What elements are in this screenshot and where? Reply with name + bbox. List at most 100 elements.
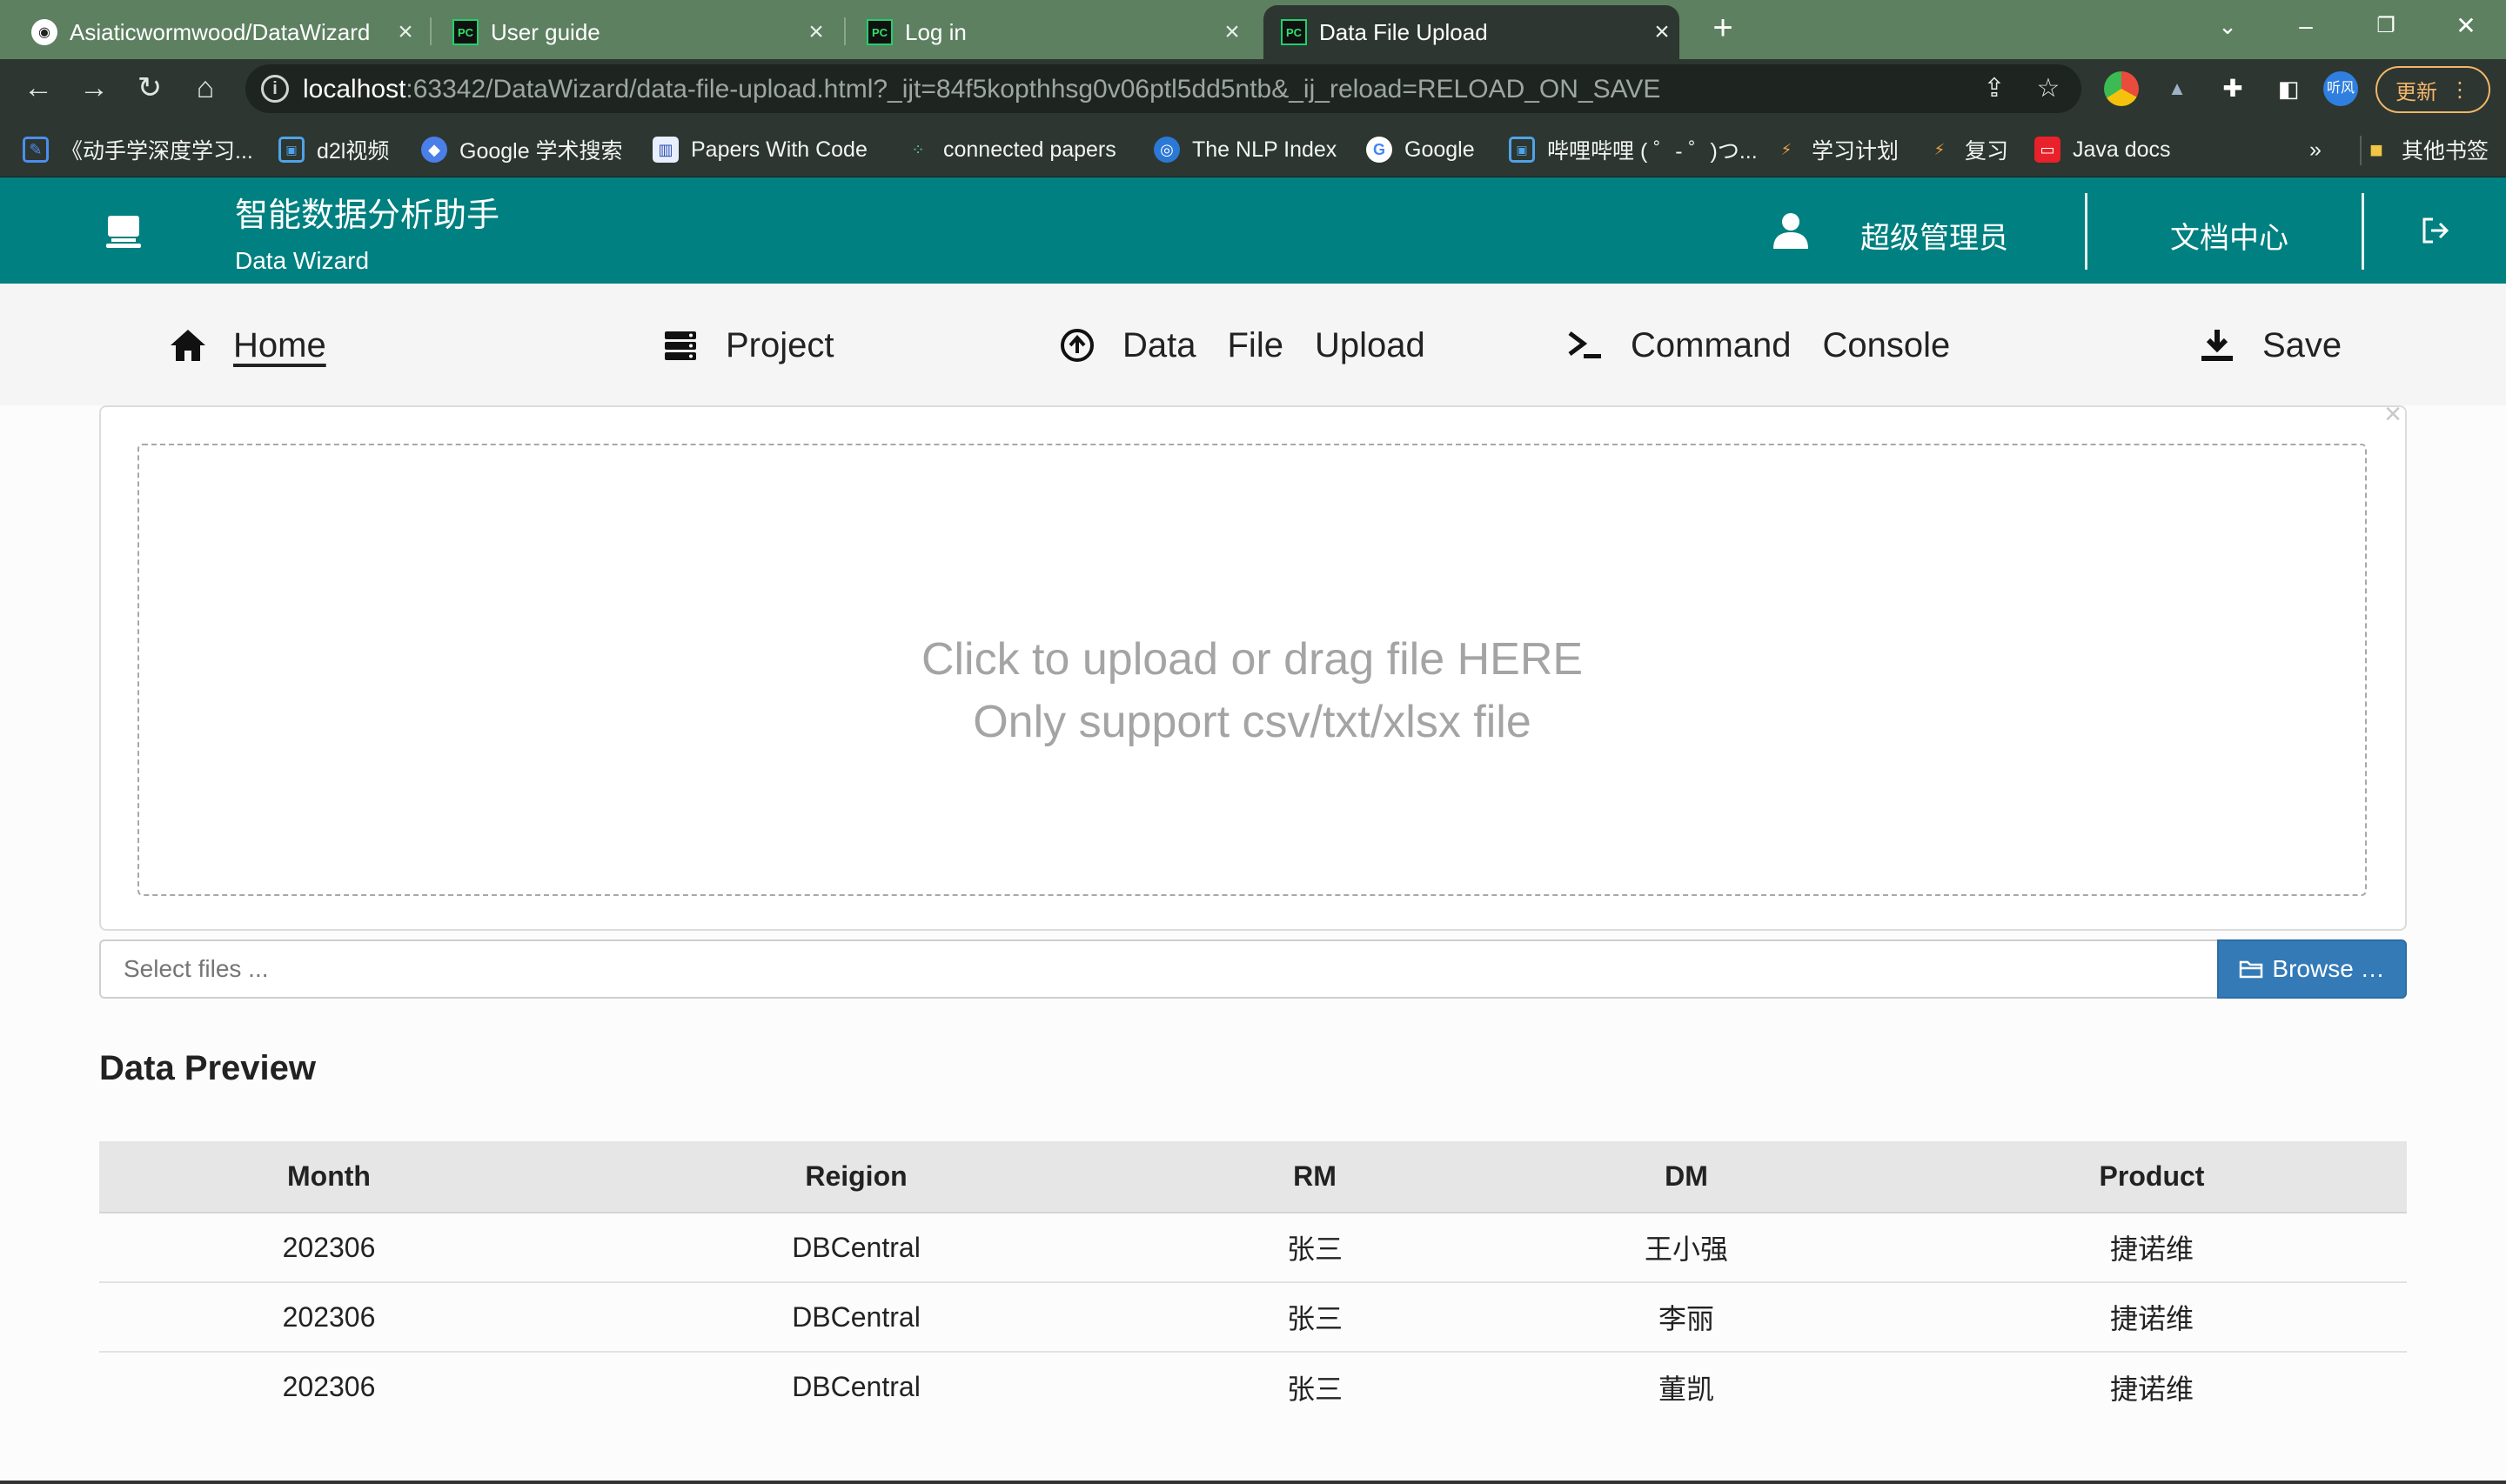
bookmark-review[interactable]: ⚡ 复习	[1926, 132, 2008, 167]
logout-icon[interactable]	[2421, 216, 2452, 245]
table-cell: 张三	[1154, 1282, 1476, 1353]
table-row: 202306 DBCentral 张三 王小强 捷诺维	[99, 1213, 2407, 1283]
bookmark-java-docs[interactable]: ▭ Java docs	[2034, 132, 2171, 167]
data-preview-table: Month Reigion RM DM Product 202306 DBCen…	[99, 1141, 2407, 1421]
column-header: RM	[1154, 1141, 1476, 1213]
drop-zone-formats: Only support csv/txt/xlsx file	[973, 697, 1531, 747]
pycharm-icon: PC	[452, 19, 479, 45]
bookmark-bilibili[interactable]: ▣ 哔哩哔哩 ( ゜- ゜)つ...	[1509, 132, 1758, 167]
side-panel-icon[interactable]: ◧	[2271, 71, 2306, 106]
file-select-input[interactable]	[99, 939, 2219, 999]
address-bar: ← → ↻ ⌂ i localhost:63342/DataWizard/dat…	[0, 59, 2506, 120]
bookmark-divider	[2360, 136, 2362, 165]
tab-log-in[interactable]: PC Log in ×	[849, 5, 1250, 59]
tab-user-guide[interactable]: PC User guide ×	[435, 5, 834, 59]
bookmark-study-plan[interactable]: ⚡ 学习计划	[1773, 132, 1899, 167]
file-select-row: Browse …	[99, 939, 2407, 999]
more-bookmarks-chevron[interactable]: »	[2309, 132, 2322, 167]
tab-search-chevron-icon[interactable]: ⌄	[2188, 0, 2268, 54]
reload-icon[interactable]: ↻	[127, 66, 172, 111]
table-cell: 捷诺维	[1897, 1282, 2407, 1353]
folder-icon: ■	[2369, 136, 2383, 163]
close-icon[interactable]: ×	[388, 17, 423, 47]
new-tab-plus-icon[interactable]: +	[1702, 9, 1744, 50]
back-arrow-icon[interactable]: ←	[16, 66, 61, 111]
app-header: 智能数据分析助手 Data Wizard 超级管理员 文档中心	[0, 177, 2506, 284]
share-icon[interactable]: ⇪	[1975, 71, 2014, 106]
docs-center-link[interactable]: 文档中心	[2170, 214, 2288, 257]
tab-datawizard-repo[interactable]: ◉ Asiaticwormwood/DataWizard ×	[14, 5, 423, 59]
site-info-icon[interactable]: i	[261, 75, 289, 103]
user-name-link[interactable]: 超级管理员	[1860, 214, 2008, 257]
window-bottom-edge	[0, 1481, 2506, 1484]
download-icon	[2201, 330, 2233, 361]
table-cell: 202306	[99, 1352, 559, 1421]
table-row: 202306 DBCentral 张三 董凯 捷诺维	[99, 1352, 2407, 1421]
table-row: 202306 DBCentral 张三 李丽 捷诺维	[99, 1282, 2407, 1353]
paperswithcode-icon: ▥	[653, 137, 679, 163]
table-cell: 董凯	[1476, 1352, 1897, 1421]
main-nav: Home Project Data File Upload Command Co…	[0, 284, 2506, 405]
bookmark-d2l-book[interactable]: ✎ 《动手学深度学习...	[23, 132, 253, 167]
bookmarks-bar: ✎ 《动手学深度学习... ▣ d2l视频 ◆ Google 学术搜索 ▥ Pa…	[0, 120, 2506, 177]
nav-save[interactable]: Save	[2198, 322, 2342, 369]
extensions-puzzle-icon[interactable]: ✚	[2215, 71, 2250, 106]
url-text[interactable]: localhost:63342/DataWizard/data-file-upl…	[303, 75, 1660, 104]
extension-color-icon[interactable]	[2104, 71, 2139, 106]
update-button[interactable]: 更新 ⋮	[2375, 66, 2490, 113]
minimize-icon[interactable]: –	[2266, 0, 2346, 54]
bilibili-icon: ▣	[278, 137, 305, 163]
oracle-icon: ▭	[2034, 137, 2060, 163]
drop-zone-instruction: Click to upload or drag file HERE	[921, 634, 1584, 685]
bookmark-papers-with-code[interactable]: ▥ Papers With Code	[653, 132, 868, 167]
column-header: Reigion	[559, 1141, 1154, 1213]
monitor-logo-icon	[106, 216, 141, 248]
table-cell: 捷诺维	[1897, 1352, 2407, 1421]
close-icon[interactable]: ×	[799, 17, 834, 47]
table-cell: DBCentral	[559, 1213, 1154, 1283]
nav-data-file-upload[interactable]: Data File Upload	[1058, 322, 1425, 369]
close-icon[interactable]: ×	[1645, 17, 1679, 47]
column-header: Product	[1897, 1141, 2407, 1213]
user-icon	[1773, 213, 1808, 249]
table-cell: 张三	[1154, 1213, 1476, 1283]
nav-home[interactable]: Home	[169, 322, 326, 369]
upload-circle-icon	[1061, 329, 1094, 362]
browser-tab-bar: ◉ Asiaticwormwood/DataWizard × PC User g…	[0, 0, 2506, 59]
url-omnibox[interactable]: i localhost:63342/DataWizard/data-file-u…	[245, 64, 2081, 113]
close-icon[interactable]: ×	[2381, 399, 2405, 429]
table-header-row: Month Reigion RM DM Product	[99, 1141, 2407, 1213]
restore-icon[interactable]: ❐	[2346, 0, 2426, 54]
bookmark-nlp-index[interactable]: ◎ The NLP Index	[1154, 132, 1337, 167]
nav-project[interactable]: Project	[661, 322, 834, 369]
github-icon: ◉	[31, 19, 57, 45]
google-icon: G	[1366, 137, 1392, 163]
home-icon	[171, 330, 205, 361]
close-icon[interactable]: ×	[1215, 17, 1250, 47]
file-drop-zone[interactable]: Click to upload or drag file HERE Only s…	[137, 444, 2367, 896]
bookmark-other-folder[interactable]: ■ 其他书签	[2363, 132, 2489, 167]
forward-arrow-icon[interactable]: →	[71, 66, 117, 111]
profile-avatar[interactable]: 听风	[2323, 71, 2358, 106]
table-cell: 王小强	[1476, 1213, 1897, 1283]
browse-button[interactable]: Browse …	[2217, 939, 2407, 999]
window-close-icon[interactable]: ✕	[2426, 0, 2506, 54]
server-stack-icon	[665, 331, 696, 360]
tab-data-file-upload[interactable]: PC Data File Upload ×	[1263, 5, 1679, 59]
bilibili-icon: ▣	[1509, 137, 1535, 163]
extension-scholar-icon[interactable]: ▲	[2160, 71, 2194, 106]
nav-command-console[interactable]: Command Console	[1566, 322, 1950, 369]
app-subtitle: Data Wizard	[235, 247, 370, 274]
bookmark-google-scholar[interactable]: ◆ Google 学术搜索	[421, 132, 623, 167]
column-header: DM	[1476, 1141, 1897, 1213]
terminal-icon	[1568, 331, 1601, 358]
bookmark-connected-papers[interactable]: ⁘ connected papers	[905, 132, 1116, 167]
column-header: Month	[99, 1141, 559, 1213]
app-title: 智能数据分析助手	[235, 197, 500, 234]
bookmark-google[interactable]: G Google	[1366, 132, 1475, 167]
nlp-index-icon: ◎	[1154, 137, 1180, 163]
header-divider	[2085, 193, 2087, 270]
bookmark-star-icon[interactable]: ☆	[2029, 71, 2067, 106]
bookmark-d2l-video[interactable]: ▣ d2l视频	[278, 132, 389, 167]
home-icon[interactable]: ⌂	[183, 66, 228, 111]
